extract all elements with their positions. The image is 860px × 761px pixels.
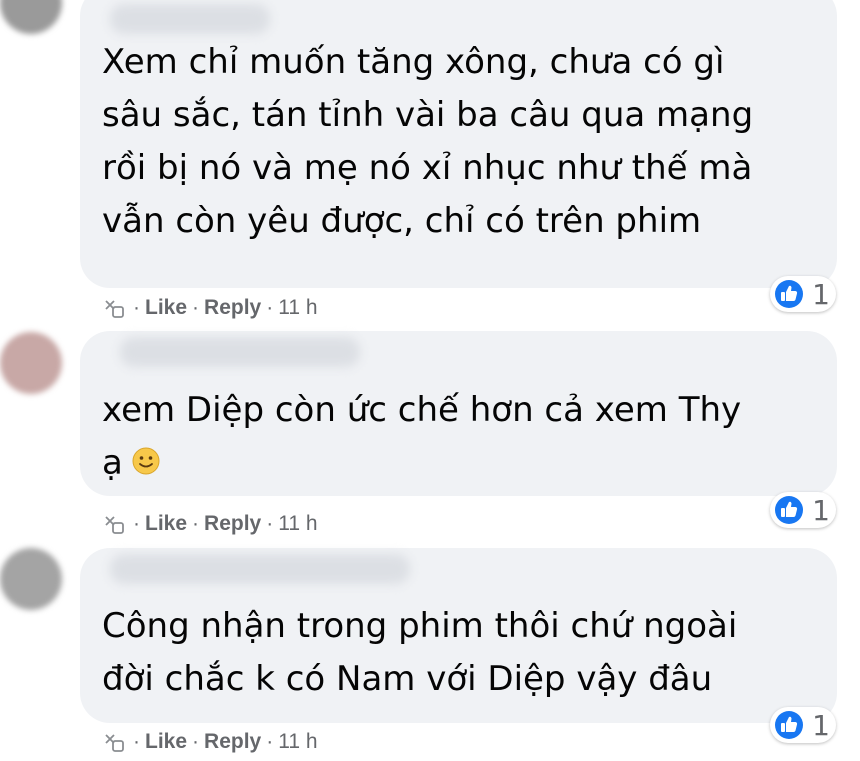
like-icon [775,496,804,524]
translate-icon[interactable] [102,730,126,754]
comment-actions: · Like · Reply · 11 h [102,727,318,757]
comment-text: Công nhận trong phim thôi chứ ngoài đời … [102,606,738,699]
author-name[interactable] [110,554,410,584]
reaction-summary[interactable]: 1 [770,492,836,528]
smile-emoji-icon [132,447,160,475]
like-button[interactable]: Like [145,730,187,754]
separator: · [192,730,200,753]
like-button[interactable]: Like [145,512,187,536]
separator: · [266,730,274,753]
separator: · [133,730,140,753]
translate-icon[interactable] [102,512,126,536]
reaction-count: 1 [812,277,830,311]
comment-actions: · Like · Reply · 11 h [102,509,318,539]
reaction-count: 1 [812,493,830,527]
comment-text: Xem chỉ muốn tăng xông, chưa có gì sâu s… [102,42,754,241]
comment-bubble: Xem chỉ muốn tăng xông, chưa có gì sâu s… [80,0,837,288]
like-icon [775,711,804,739]
reply-button[interactable]: Reply [204,512,261,536]
like-button[interactable]: Like [145,296,187,320]
reply-button[interactable]: Reply [204,296,261,320]
avatar[interactable] [0,548,62,610]
timestamp[interactable]: 11 h [278,730,317,754]
avatar[interactable] [0,0,62,34]
comment-bubble: Công nhận trong phim thôi chứ ngoài đời … [80,548,837,723]
timestamp[interactable]: 11 h [278,296,317,320]
avatar[interactable] [0,332,62,394]
comment-bubble: xem Diệp còn ức chế hơn cả xem Thy ạ [80,331,837,496]
comment-actions: · Like · Reply · 11 h [102,293,318,323]
separator: · [133,296,140,319]
like-icon [775,280,804,308]
author-name[interactable] [120,337,360,367]
separator: · [192,296,200,319]
reply-button[interactable]: Reply [204,730,261,754]
separator: · [133,512,140,535]
comment-text-body: xem Diệp còn ức chế hơn cả xem Thy ạ [102,390,742,483]
separator: · [266,512,274,535]
author-name[interactable] [110,4,270,34]
reaction-summary[interactable]: 1 [770,276,836,312]
reaction-count: 1 [812,708,830,742]
reaction-summary[interactable]: 1 [770,707,836,743]
separator: · [266,296,274,319]
translate-icon[interactable] [102,296,126,320]
timestamp[interactable]: 11 h [278,512,317,536]
separator: · [192,512,200,535]
comment-text: xem Diệp còn ức chế hơn cả xem Thy ạ [102,384,817,490]
